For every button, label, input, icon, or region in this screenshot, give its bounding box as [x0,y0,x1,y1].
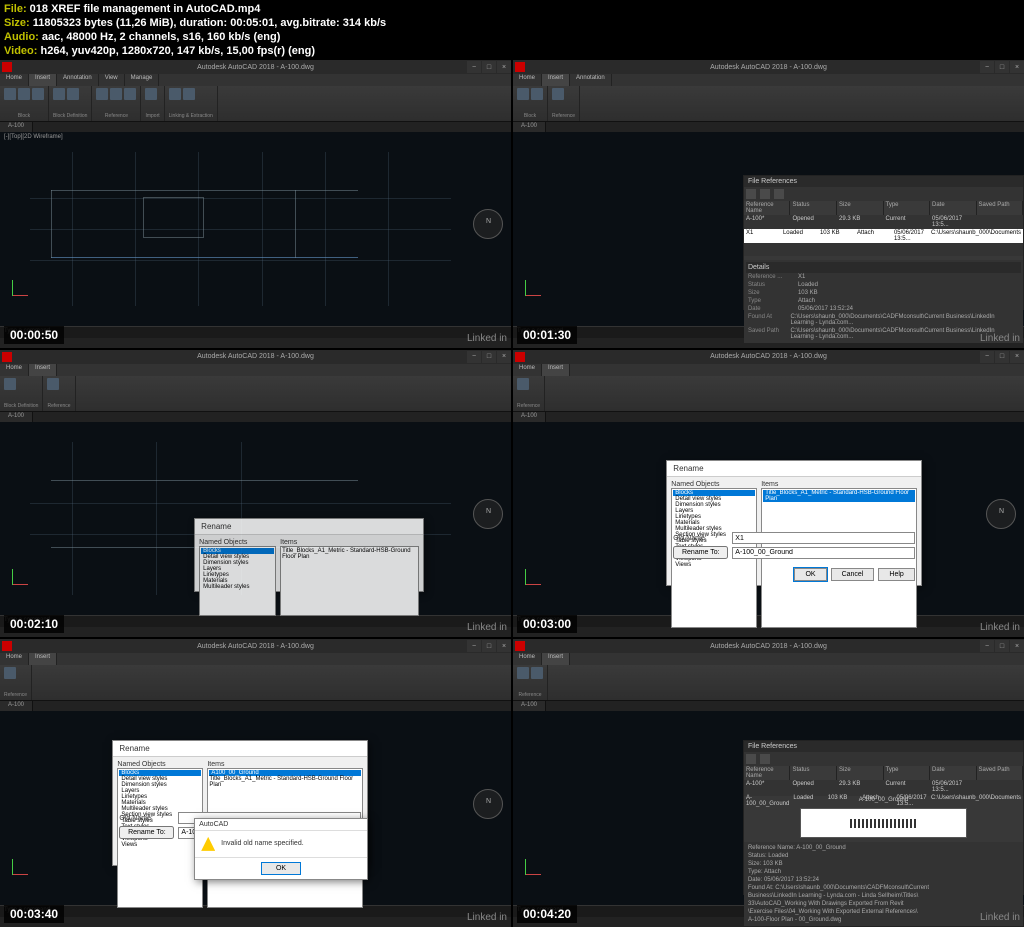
ribbon-icon[interactable] [4,88,16,100]
table-row-selected[interactable]: X1Loaded103 KBAttach05/06/2017 13:5...C:… [744,229,1023,243]
timestamp: 00:00:50 [4,326,64,344]
named-objects-listbox[interactable]: BlocksDetail view stylesDimension styles… [199,546,276,616]
tab-manage[interactable]: Manage [125,74,160,86]
maximize-button[interactable]: □ [482,61,496,73]
tab-view[interactable]: View [99,74,125,86]
warning-icon [201,837,215,851]
thumbnail-grid: Autodesk AutoCAD 2018 - A-100.dwg − □ × … [0,60,1024,927]
thumb-3: Autodesk AutoCAD 2018 - A-100.dwg−□× Hom… [0,350,511,638]
rename-to-input[interactable] [732,547,915,559]
compass-icon[interactable] [986,499,1016,529]
close-button[interactable]: × [497,61,511,73]
ribbon: Block Block Definition Reference Import … [0,86,511,122]
app-logo-icon [515,62,525,72]
old-name-input[interactable] [732,532,915,544]
size-value: 11805323 bytes (11,26 MiB), duration: 00… [33,17,386,29]
file-label: File: [4,3,30,15]
rename-to-button[interactable]: Rename To: [673,546,728,559]
media-info-header: File: 018 XREF file management in AutoCA… [4,2,386,58]
ok-button[interactable]: OK [794,568,826,581]
rename-to-button[interactable]: Rename To: [119,826,174,839]
table-row[interactable]: A-100*Opened29.3 KBCurrent05/06/2017 13:… [744,215,1023,229]
command-line[interactable]: Type a command [0,326,511,338]
panel-title: File References [744,176,1023,187]
audio-label: Audio: [4,31,42,43]
thumb-1: Autodesk AutoCAD 2018 - A-100.dwg − □ × … [0,60,511,348]
attach-dwg-button[interactable] [746,189,756,199]
file-references-panel: File References Reference NameStatusSize… [743,740,1024,895]
app-logo-icon [2,62,12,72]
ucs-icon [12,855,32,875]
ucs-icon [525,565,545,585]
rename-dialog: Rename Named Objects BlocksDetail view s… [666,460,922,586]
audio-value: aac, 48000 Hz, 2 channels, s16, 160 kb/s… [42,31,280,43]
cancel-button[interactable]: Cancel [831,568,875,581]
ucs-icon [525,276,545,296]
thumb-2: Autodesk AutoCAD 2018 - A-100.dwg−□× Hom… [513,60,1024,348]
alert-ok-button[interactable]: OK [261,862,301,875]
minimize-button[interactable]: − [467,61,481,73]
thumb-4: Autodesk AutoCAD 2018 - A-100.dwg−□× Hom… [513,350,1024,638]
drawing-canvas[interactable]: File References Reference NameStatusSize… [513,132,1024,326]
ucs-icon [12,565,32,585]
ucs-icon [12,276,32,296]
video-label: Video: [4,45,40,57]
file-value: 018 XREF file management in AutoCAD.mp4 [30,3,261,15]
references-table: Reference NameStatusSizeTypeDateSaved Pa… [744,201,1023,256]
compass-icon[interactable] [473,209,503,239]
doc-tab[interactable]: A-100 [0,122,33,132]
compass-icon[interactable] [473,499,503,529]
alert-dialog: AutoCAD Invalid old name specified. OK [194,818,368,880]
watermark: Linked in [467,333,507,344]
alert-message: Invalid old name specified. [221,840,304,847]
compass-icon[interactable] [473,789,503,819]
items-listbox[interactable]: Title_Blocks_A1_Metric - Standard-HSB-Gr… [280,546,419,616]
tab-home[interactable]: Home [0,74,29,86]
help-button[interactable] [774,189,784,199]
table-row[interactable]: A-100*Opened29.3 KBCurrent05/06/2017 13:… [744,780,1023,794]
tab-insert[interactable]: Insert [29,74,57,86]
menu-tabs: Home Insert Annotation View Manage [0,74,511,86]
rename-dialog: Rename Named Objects BlocksDetail view s… [194,518,424,592]
file-references-panel: File References Reference NameStatusSize… [743,175,1024,311]
refresh-button[interactable] [760,189,770,199]
video-value: h264, yuv420p, 1280x720, 147 kb/s, 15,00… [40,45,315,57]
drawing-canvas[interactable]: [-][Top][2D Wireframe] [0,132,511,326]
status-bar [0,338,511,348]
reference-preview [800,808,967,838]
help-button[interactable]: Help [878,568,914,581]
size-label: Size: [4,17,33,29]
ucs-icon [525,855,545,875]
thumb-6: Autodesk AutoCAD 2018 - A-100.dwg−□× Hom… [513,639,1024,927]
thumb-5: Autodesk AutoCAD 2018 - A-100.dwg−□× Hom… [0,639,511,927]
tab-annotation[interactable]: Annotation [57,74,99,86]
titlebar: Autodesk AutoCAD 2018 - A-100.dwg − □ × [0,60,511,74]
